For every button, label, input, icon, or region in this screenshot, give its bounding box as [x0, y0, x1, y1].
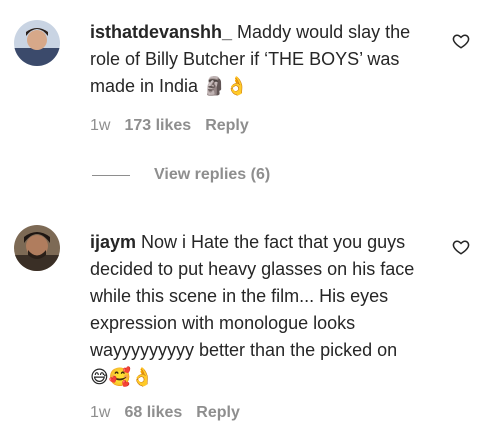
username[interactable]: ijaym	[90, 232, 136, 252]
emoji: 🗿👌	[203, 76, 248, 96]
comment-meta: 1w 68 likes Reply	[90, 404, 240, 422]
likes-count[interactable]: 68 likes	[124, 404, 182, 422]
comment-text: ijaym Now i Hate the fact that you guys …	[90, 229, 420, 391]
comment-body: Now i Hate the fact that you guys decide…	[90, 232, 415, 360]
view-replies-button[interactable]: View replies (6)	[92, 166, 270, 184]
comment-text: isthatdevanshh_ Maddy would slay the rol…	[90, 19, 420, 100]
like-heart-icon[interactable]	[452, 238, 470, 256]
reply-button[interactable]: Reply	[205, 117, 249, 135]
emoji: 😅🥰👌	[90, 367, 154, 387]
timestamp: 1w	[90, 117, 111, 134]
avatar[interactable]	[14, 225, 60, 271]
username[interactable]: isthatdevanshh_	[90, 22, 232, 42]
avatar[interactable]	[14, 20, 60, 66]
view-replies-label: View replies (6)	[154, 166, 271, 183]
divider	[92, 174, 130, 176]
reply-button[interactable]: Reply	[196, 404, 240, 422]
timestamp: 1w	[90, 404, 111, 421]
likes-count[interactable]: 173 likes	[124, 117, 191, 135]
like-heart-icon[interactable]	[452, 32, 470, 50]
comment-meta: 1w 173 likes Reply	[90, 117, 249, 135]
